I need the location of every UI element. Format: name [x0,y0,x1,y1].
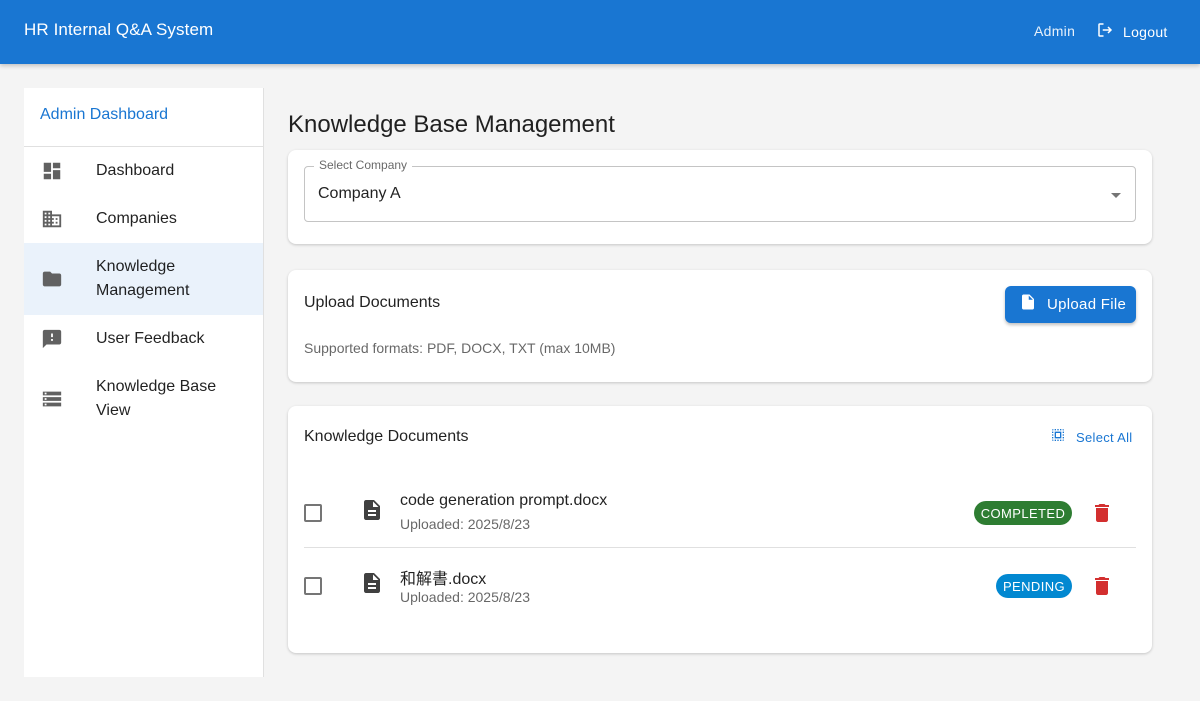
sidebar-item-label: Knowledge Management [96,258,190,299]
sidebar-item-label: User Feedback [96,330,205,347]
upload-card: Upload Documents Upload File Supported f… [288,270,1152,382]
sidebar: Admin Dashboard Dashboard Companies Know… [24,88,264,677]
document-upload-date: Uploaded: 2025/8/23 [400,589,530,605]
documents-heading: Knowledge Documents [304,428,469,445]
sidebar-item-dashboard[interactable]: Dashboard [24,147,263,195]
select-all-label: Select All [1076,429,1133,445]
user-label: Admin [1034,23,1076,39]
company-select-card: Select Company Company A [288,150,1152,244]
document-checkbox[interactable] [304,504,322,522]
sidebar-item-label: Knowledge Base View [96,378,217,419]
sidebar-title: Admin Dashboard [24,88,263,147]
list-item: 和解書.docx Uploaded: 2025/8/23 PENDING [304,549,1136,621]
upload-heading: Upload Documents [304,294,441,311]
app-bar: HR Internal Q&A System Admin Logout [0,0,1200,64]
sidebar-item-label: Companies [96,210,177,227]
business-icon [40,207,64,231]
documents-card: Knowledge Documents Select All code gene… [288,406,1152,653]
logout-icon [1096,21,1114,44]
delete-icon[interactable] [1090,501,1114,525]
folder-icon [40,267,64,291]
sidebar-item-knowledge-base-view[interactable]: Knowledge Base View [24,363,263,435]
document-icon [360,571,384,595]
upload-file-icon [1019,293,1037,316]
sidebar-item-user-feedback[interactable]: User Feedback [24,315,263,363]
app-title: HR Internal Q&A System [24,20,214,39]
document-upload-date: Uploaded: 2025/8/23 [400,516,530,532]
company-select[interactable]: Select Company Company A [304,158,1136,222]
sidebar-item-label: Dashboard [96,162,175,179]
upload-file-button[interactable]: Upload File [1005,286,1136,323]
document-checkbox[interactable] [304,577,322,595]
status-badge: COMPLETED [974,501,1072,525]
storage-icon [40,387,64,411]
supported-formats-text: Supported formats: PDF, DOCX, TXT (max 1… [304,340,616,356]
company-select-label: Select Company [314,158,413,172]
company-select-value: Company A [318,185,401,202]
upload-file-label: Upload File [1047,296,1127,313]
document-icon [360,498,384,522]
select-all-icon [1050,427,1066,448]
feedback-icon [40,327,64,351]
dashboard-icon [40,159,64,183]
document-name: 和解書.docx [400,571,487,588]
delete-icon[interactable] [1090,574,1114,598]
page-title: Knowledge Base Management [288,111,615,138]
sidebar-item-knowledge-management[interactable]: Knowledge Management [24,243,263,315]
dropdown-arrow-icon [1111,193,1121,198]
logout-button[interactable]: Logout [1090,16,1178,48]
sidebar-item-companies[interactable]: Companies [24,195,263,243]
list-item: code generation prompt.docx Uploaded: 20… [304,476,1136,548]
document-name: code generation prompt.docx [400,492,608,509]
logout-label: Logout [1123,24,1168,40]
status-badge: PENDING [996,574,1072,598]
select-all-button[interactable]: Select All [1046,426,1132,448]
